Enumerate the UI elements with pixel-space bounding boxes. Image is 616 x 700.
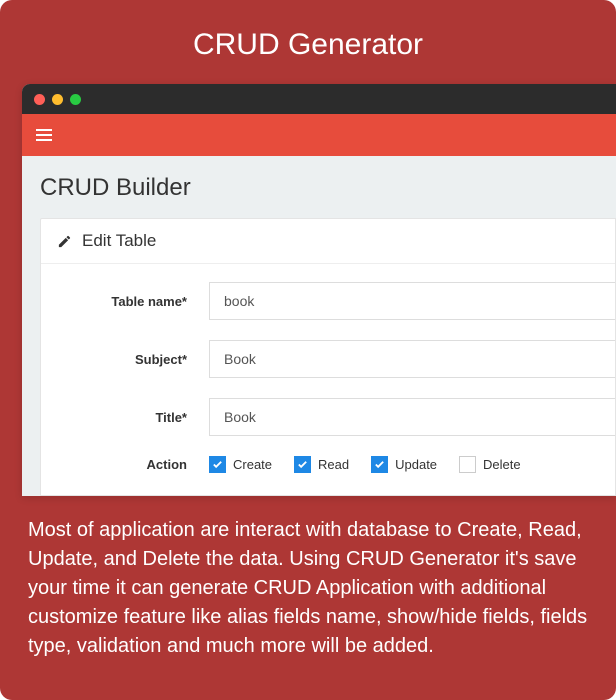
checkbox-update[interactable]: Update [371, 456, 437, 473]
checkbox-delete[interactable]: Delete [459, 456, 521, 473]
checkbox-label: Create [233, 457, 272, 472]
checkbox-create[interactable]: Create [209, 456, 272, 473]
window-titlebar [22, 84, 616, 114]
window-close-icon[interactable] [34, 94, 45, 105]
feature-card: CRUD Generator CRUD Builder Edit Table T… [0, 0, 616, 700]
row-subject: Subject* [41, 340, 615, 378]
feature-description: Most of application are interact with da… [0, 496, 616, 661]
input-subject[interactable] [209, 340, 615, 378]
row-table-name: Table name* [41, 282, 615, 320]
label-action: Action [41, 457, 209, 472]
app-content: CRUD Builder Edit Table Table name* Subj… [22, 156, 616, 496]
label-table-name: Table name* [41, 294, 209, 309]
panel-body: Table name* Subject* Title* Action [41, 264, 615, 495]
panel-title: Edit Table [82, 231, 156, 251]
window-maximize-icon[interactable] [70, 94, 81, 105]
page-title: CRUD Builder [40, 174, 616, 202]
checkbox-label: Read [318, 457, 349, 472]
edit-table-panel: Edit Table Table name* Subject* Title* [40, 218, 616, 496]
input-table-name[interactable] [209, 282, 615, 320]
checkbox-box [209, 456, 226, 473]
pencil-icon [57, 234, 72, 249]
row-action: Action Create Read [41, 456, 615, 473]
action-checkbox-group: Create Read Update [209, 456, 615, 473]
checkbox-label: Update [395, 457, 437, 472]
label-title: Title* [41, 410, 209, 425]
app-window: CRUD Builder Edit Table Table name* Subj… [22, 84, 616, 496]
app-toolbar [22, 114, 616, 156]
checkbox-read[interactable]: Read [294, 456, 349, 473]
row-title: Title* [41, 398, 615, 436]
checkbox-box [459, 456, 476, 473]
checkbox-label: Delete [483, 457, 521, 472]
input-title[interactable] [209, 398, 615, 436]
checkbox-box [294, 456, 311, 473]
checkbox-box [371, 456, 388, 473]
window-minimize-icon[interactable] [52, 94, 63, 105]
card-title: CRUD Generator [0, 0, 616, 84]
label-subject: Subject* [41, 352, 209, 367]
hamburger-icon[interactable] [36, 129, 52, 141]
panel-header: Edit Table [41, 219, 615, 264]
